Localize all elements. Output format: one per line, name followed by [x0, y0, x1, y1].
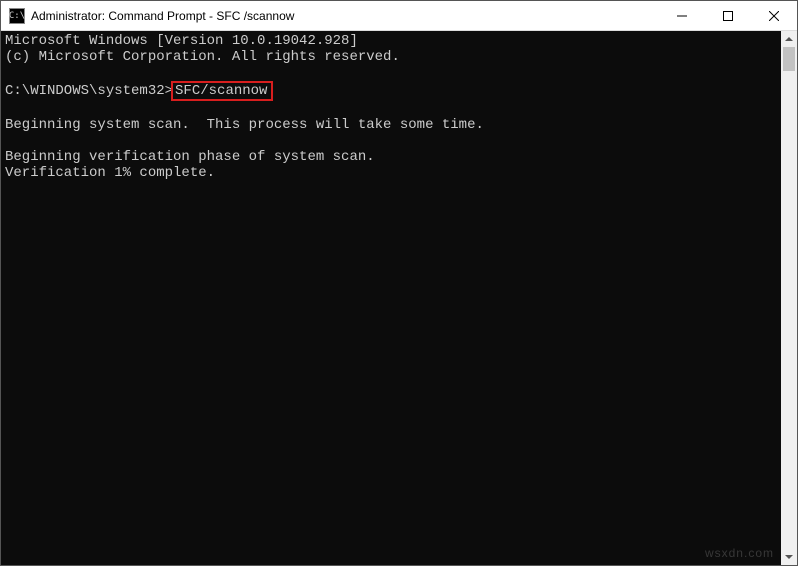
close-icon — [769, 11, 779, 21]
output-line: (c) Microsoft Corporation. All rights re… — [5, 49, 400, 65]
command-prompt-window: C:\ Administrator: Command Prompt - SFC … — [0, 0, 798, 566]
minimize-button[interactable] — [659, 1, 705, 30]
cmd-icon: C:\ — [9, 8, 25, 24]
maximize-icon — [723, 11, 733, 21]
watermark-text: wsxdn.com — [705, 546, 774, 560]
maximize-button[interactable] — [705, 1, 751, 30]
scroll-thumb[interactable] — [783, 47, 795, 71]
minimize-icon — [677, 11, 687, 21]
vertical-scrollbar[interactable] — [781, 31, 797, 565]
output-line: Beginning verification phase of system s… — [5, 149, 375, 165]
command-highlight: SFC/scannow — [171, 81, 273, 101]
window-controls — [659, 1, 797, 30]
window-title: Administrator: Command Prompt - SFC /sca… — [31, 9, 659, 23]
command-text: SFC/scannow — [175, 83, 267, 99]
prompt-text: C:\WINDOWS\system32> — [5, 83, 173, 99]
terminal-output[interactable]: Microsoft Windows [Version 10.0.19042.92… — [1, 31, 781, 565]
close-button[interactable] — [751, 1, 797, 30]
output-line: Microsoft Windows [Version 10.0.19042.92… — [5, 33, 358, 49]
terminal-area: Microsoft Windows [Version 10.0.19042.92… — [1, 31, 797, 565]
titlebar[interactable]: C:\ Administrator: Command Prompt - SFC … — [1, 1, 797, 31]
scroll-up-button[interactable] — [781, 31, 797, 47]
scroll-down-button[interactable] — [781, 549, 797, 565]
output-line: Verification 1% complete. — [5, 165, 215, 181]
output-line: Beginning system scan. This process will… — [5, 117, 484, 133]
